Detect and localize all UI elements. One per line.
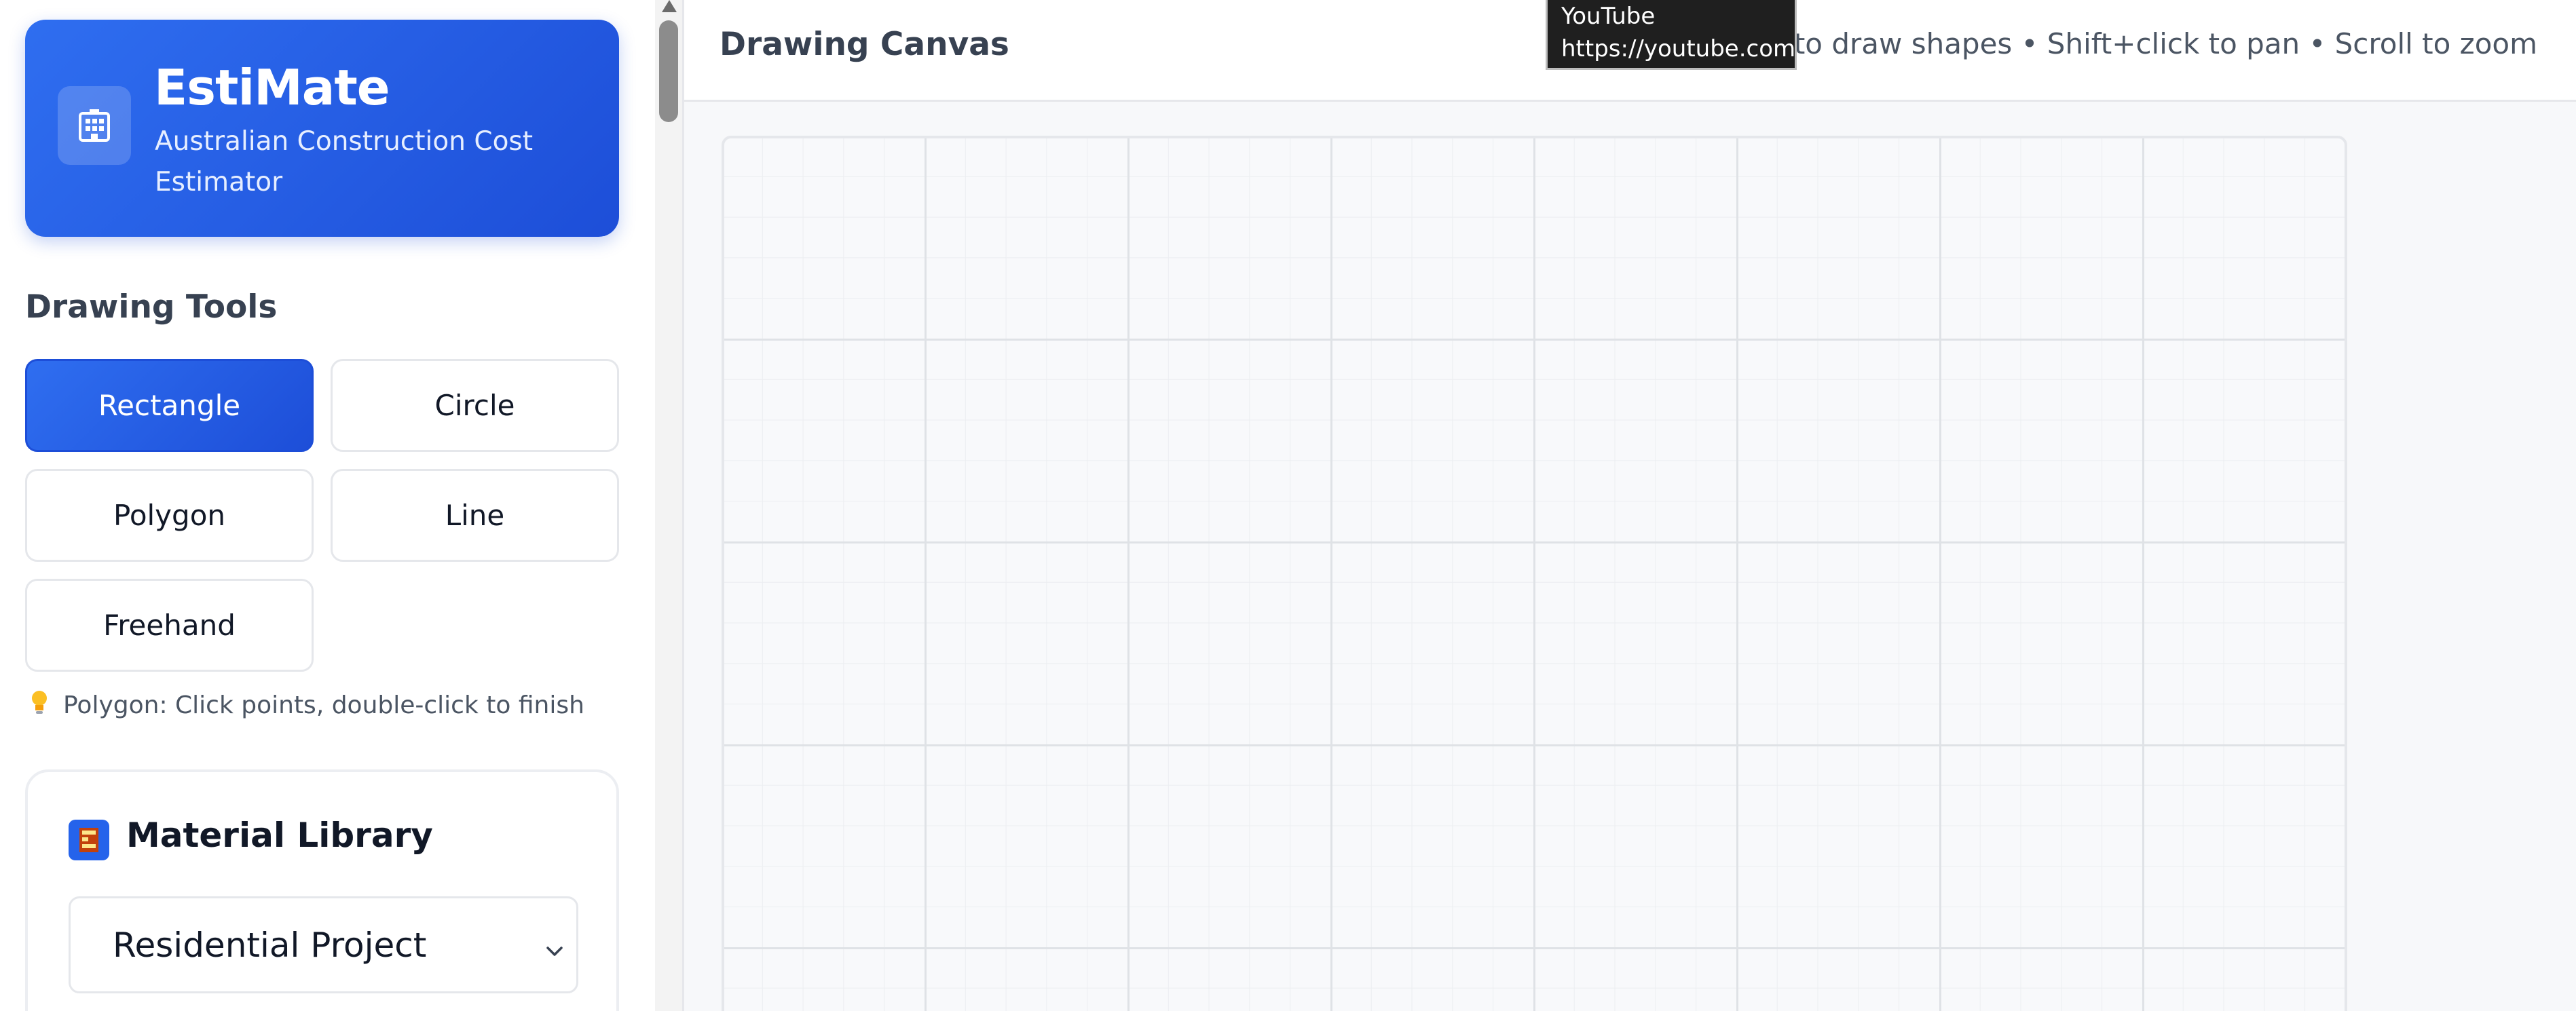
tooltip-url: https://youtube.com	[1561, 35, 1796, 62]
tool-hint-text: Polygon: Click points, double-click to f…	[63, 691, 584, 719]
project-type-value: Residential Project	[113, 925, 427, 965]
canvas-title: Drawing Canvas	[720, 26, 1009, 63]
tool-hint: Polygon: Click points, double-click to f…	[29, 689, 584, 722]
line-tool-button[interactable]: Line	[331, 469, 619, 562]
polygon-tool-button[interactable]: Polygon	[25, 469, 314, 562]
lightbulb-icon	[29, 689, 50, 722]
scrollbar-thumb[interactable]	[659, 20, 678, 122]
material-library-title: Material Library	[126, 816, 433, 855]
material-library-card: Material Library Residential Project	[25, 769, 619, 1011]
app-subtitle: Australian Construction Cost Estimator	[155, 126, 534, 197]
main-area: Drawing Canvas Click and drag to draw sh…	[682, 0, 2576, 1011]
sidebar-scrollbar[interactable]	[655, 0, 682, 1011]
scroll-up-arrow-icon[interactable]	[662, 0, 677, 12]
app-window: EstiMate Australian Construction Cost Es…	[0, 0, 2576, 1011]
building-icon	[58, 86, 131, 165]
sidebar: EstiMate Australian Construction Cost Es…	[0, 0, 655, 1011]
rectangle-tool-button[interactable]: Rectangle	[25, 359, 314, 452]
project-type-select[interactable]: Residential Project	[69, 896, 578, 993]
bricks-icon	[69, 820, 109, 860]
freehand-tool-button[interactable]: Freehand	[25, 579, 314, 672]
chevron-down-icon	[542, 932, 567, 972]
drawing-tools-heading: Drawing Tools	[25, 288, 278, 326]
drawing-canvas[interactable]	[722, 136, 2347, 1011]
brand-card: EstiMate Australian Construction Cost Es…	[25, 20, 619, 237]
circle-tool-button[interactable]: Circle	[331, 359, 619, 452]
link-tooltip: YouTube https://youtube.com	[1546, 0, 1797, 70]
tooltip-title: YouTube	[1561, 3, 1656, 30]
app-title: EstiMate	[154, 59, 390, 116]
